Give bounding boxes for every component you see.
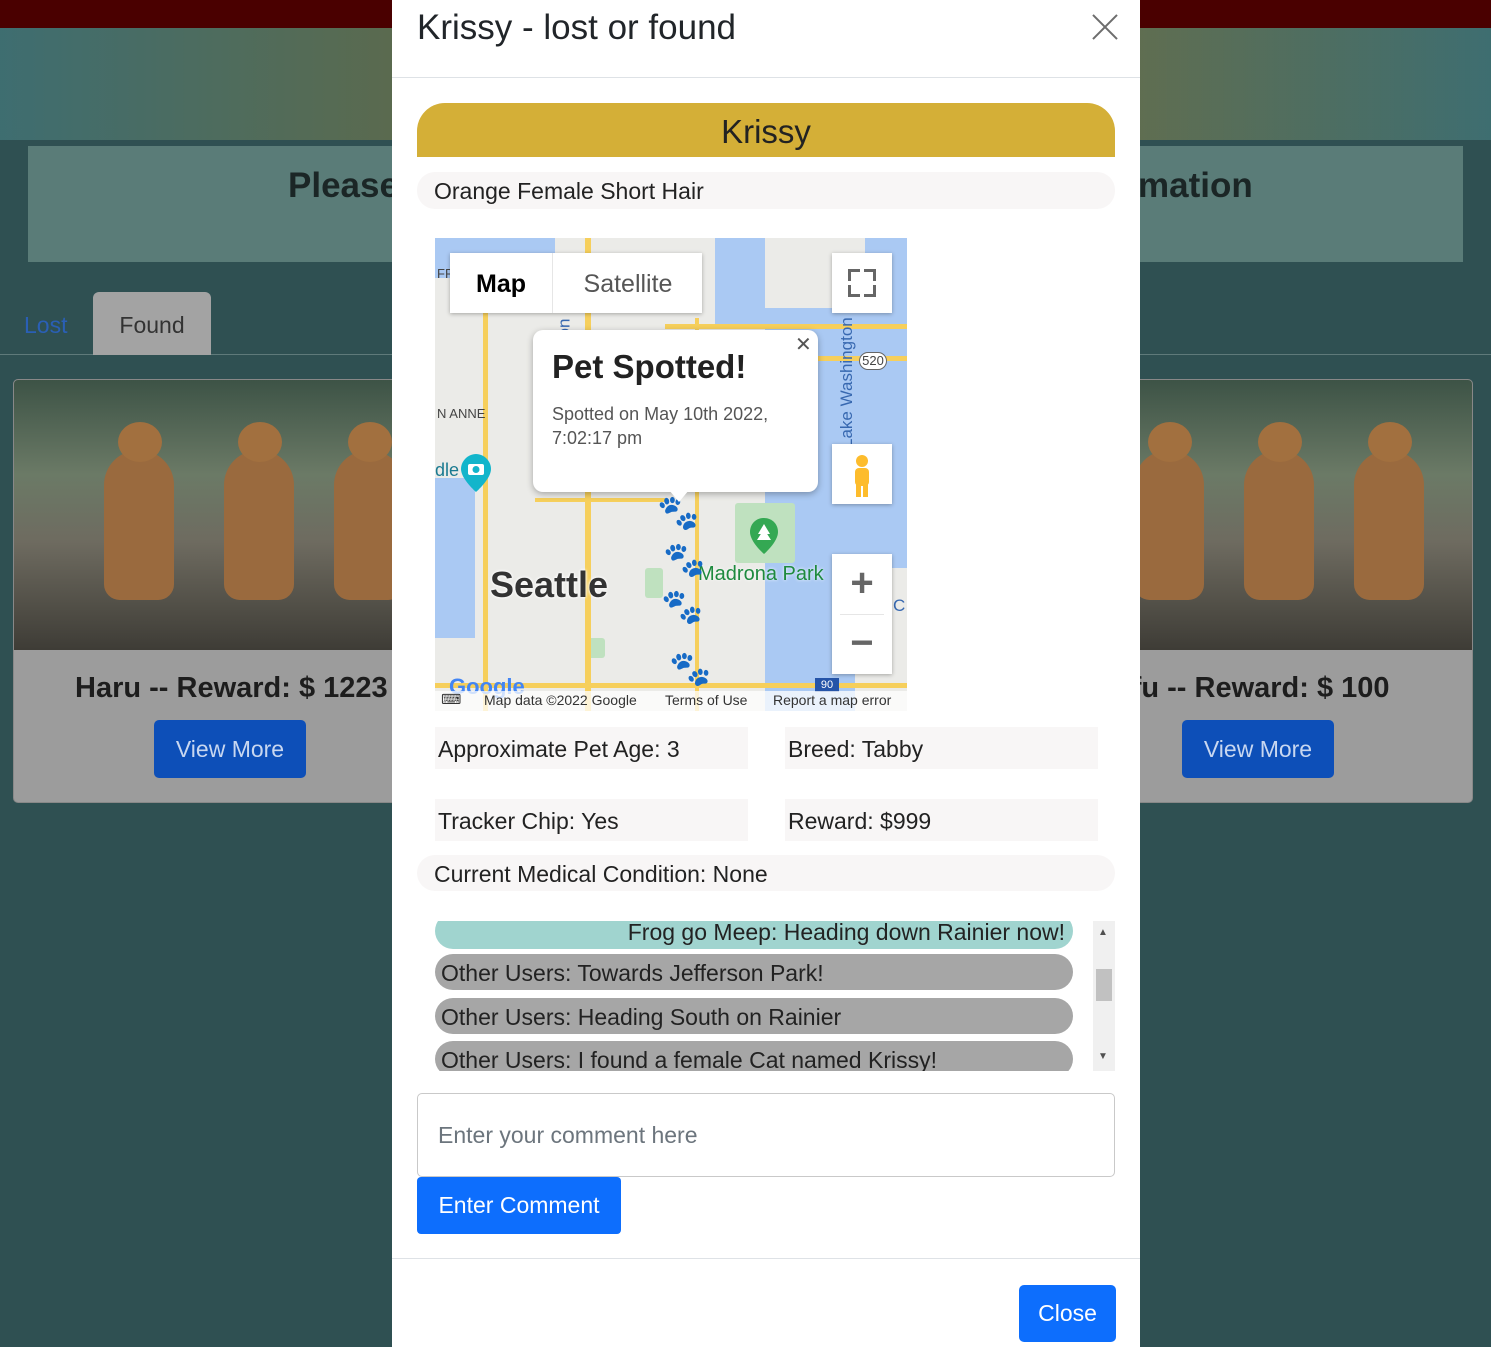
terms-of-use-link[interactable]: Terms of Use [665,692,747,708]
google-map[interactable]: FF N ANNE 520 90 Lake Washington Seattle… [435,238,907,711]
info-text-left: Please [288,166,399,205]
city-label: Seattle [490,564,609,605]
comment-item: Other Users: Heading South on Rainier [435,998,1073,1034]
pet-name-banner: Krissy [417,103,1115,157]
puppy-image [1244,422,1314,600]
comment-scrollbar[interactable]: ▲ ▼ [1093,921,1115,1071]
scroll-down-icon[interactable]: ▼ [1098,1051,1108,1062]
zoom-control: + − [832,554,892,674]
map-label: C [893,596,906,615]
map-info-window: ✕ Pet Spotted! Spotted on May 10th 2022,… [533,330,818,502]
puppy-image [224,422,294,600]
close-icon[interactable] [1088,10,1122,44]
tab-lost[interactable]: Lost [24,312,67,339]
puppy-image [1354,422,1424,600]
info-text-right: mation [1138,166,1253,205]
modal-header: Krissy - lost or found [392,0,1140,78]
info-window-title: Pet Spotted! [552,348,747,385]
highway-90-shield: 90 [815,678,839,692]
map-attribution: ⌨ Map data ©2022 Google Terms of Use Rep… [435,691,907,711]
scroll-thumb[interactable] [1096,969,1112,1001]
enter-comment-button[interactable]: Enter Comment [417,1177,621,1234]
highway-520-shield: 520 [859,352,887,370]
fullscreen-icon[interactable] [832,253,892,313]
pet-age: Approximate Pet Age: 3 [435,727,748,769]
park-label: Madrona Park [698,563,824,585]
zoom-in-icon[interactable]: + [832,554,892,614]
zoom-out-icon[interactable]: − [832,614,892,674]
view-more-button[interactable]: View More [1182,720,1334,778]
comment-item: Other Users: Towards Jefferson Park! [435,954,1073,990]
paw-marker-icon[interactable]: 🐾 [663,543,705,577]
paw-marker-icon[interactable]: 🐾 [669,652,711,686]
area-label: N ANNE [437,406,486,421]
modal-title: Krissy - lost or found [417,8,736,47]
comment-item: Other Users: I found a female Cat named … [435,1041,1073,1071]
pet-modal: Krissy - lost or found Krissy Orange Fem… [392,0,1140,1347]
pet-reward: Reward: $999 [785,799,1098,841]
camera-pin-icon[interactable] [461,454,491,492]
comment-list[interactable]: Frog go Meep: Heading down Rainier now! … [435,921,1115,1071]
view-more-button[interactable]: View More [154,720,306,778]
comment-item: Frog go Meep: Heading down Rainier now! [435,921,1073,949]
map-type-map-button[interactable]: Map [450,253,553,313]
keyboard-icon[interactable]: ⌨ [441,691,461,708]
puppy-image [1134,422,1204,600]
pegman-icon[interactable] [832,444,892,504]
map-type-control: Map Satellite [450,253,702,313]
info-window-close-icon[interactable]: ✕ [795,332,812,357]
pet-breed: Breed: Tabby [785,727,1098,769]
close-button[interactable]: Close [1019,1285,1116,1342]
info-window-text: Spotted on May 10th 2022, 7:02:17 pm [552,404,769,448]
paw-marker-icon[interactable]: 🐾 [661,590,703,624]
puppy-image [104,422,174,600]
comment-input[interactable] [417,1093,1115,1177]
pet-description: Orange Female Short Hair [417,172,1115,209]
card-title: ofu -- Reward: $ 100 [1114,672,1390,704]
report-map-error-link[interactable]: Report a map error [773,692,891,708]
modal-footer: Close [392,1258,1140,1347]
map-data-text: Map data ©2022 Google [484,692,637,708]
map-type-satellite-button[interactable]: Satellite [554,253,702,313]
park-pin-icon[interactable] [750,518,778,554]
tracker-chip: Tracker Chip: Yes [435,799,748,841]
map-label: dle [435,460,460,480]
tab-found[interactable]: Found [93,292,211,355]
lake-label: Lake Washington [837,317,856,448]
scroll-up-icon[interactable]: ▲ [1098,927,1108,938]
medical-condition: Current Medical Condition: None [417,855,1115,891]
